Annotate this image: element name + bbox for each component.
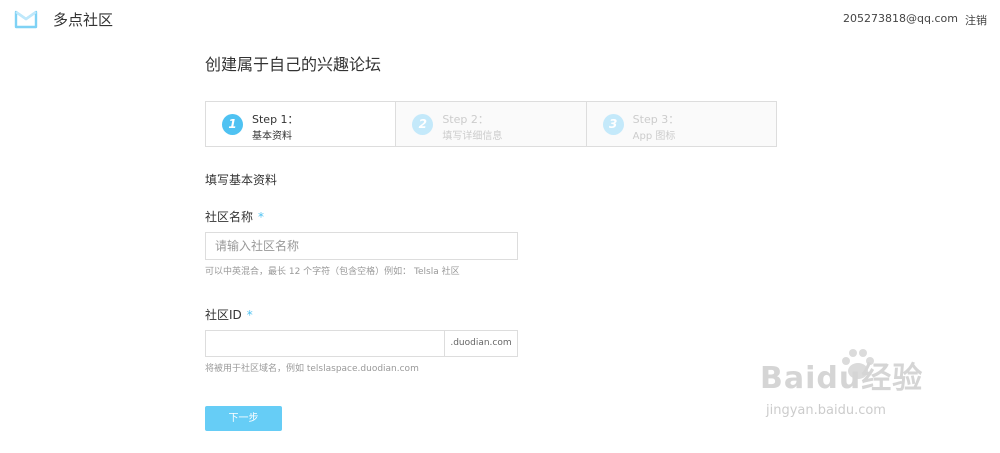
step-number-badge: 1 [222,114,243,135]
top-header: 多点社区 205273818@qq.com 注销 [0,0,1000,37]
step-2: 2 Step 2： 填写详细信息 [396,102,587,146]
baidu-jingyan-watermark: Baidu经验 jingyan.baidu.com [760,345,950,430]
step-title: Step 3： [632,113,680,126]
community-name-hint: 可以中英混合，最长 12 个字符（包含空格）例如： Telsla 社区 [205,267,460,277]
step-number-badge: 2 [412,114,434,135]
brand-logo-icon[interactable] [14,7,38,31]
next-step-button[interactable]: 下一步 [205,406,282,431]
brand-name[interactable]: 多点社区 [53,9,113,30]
user-email[interactable]: 205273818@qq.com [843,12,958,25]
required-marker: * [246,308,253,322]
community-id-field: .duodian.com [205,330,518,357]
community-name-label-text: 社区名称 [205,210,254,224]
step-1: 1 Step 1： 基本资料 [206,102,397,146]
step-subtitle: 基本资料 [252,131,292,142]
community-id-label-text: 社区ID [205,308,242,322]
community-name-input[interactable] [205,232,518,260]
step-3: 3 Step 3： App 图标 [587,102,776,146]
logout-link[interactable]: 注销 [965,12,987,28]
step-subtitle: App 图标 [632,131,676,142]
community-id-input[interactable] [206,331,444,356]
watermark-url: jingyan.baidu.com [766,403,886,418]
step-subtitle: 填写详细信息 [442,131,503,142]
community-id-label: 社区ID * [205,306,253,323]
section-title: 填写基本资料 [205,173,278,187]
page-title: 创建属于自己的兴趣论坛 [205,55,382,74]
community-id-hint: 将被用于社区域名，例如 telslaspace.duodian.com [205,364,419,374]
step-title: Step 2： [442,113,489,126]
community-name-label: 社区名称 * [205,208,264,225]
step-number-badge: 3 [602,114,624,135]
required-marker: * [258,210,265,224]
watermark-text: Baidu经验 [760,361,924,396]
step-title: Step 1： [252,113,299,126]
domain-suffix: .duodian.com [444,331,517,356]
step-indicator: 1 Step 1： 基本资料 2 Step 2： 填写详细信息 3 Step 3… [205,101,777,147]
